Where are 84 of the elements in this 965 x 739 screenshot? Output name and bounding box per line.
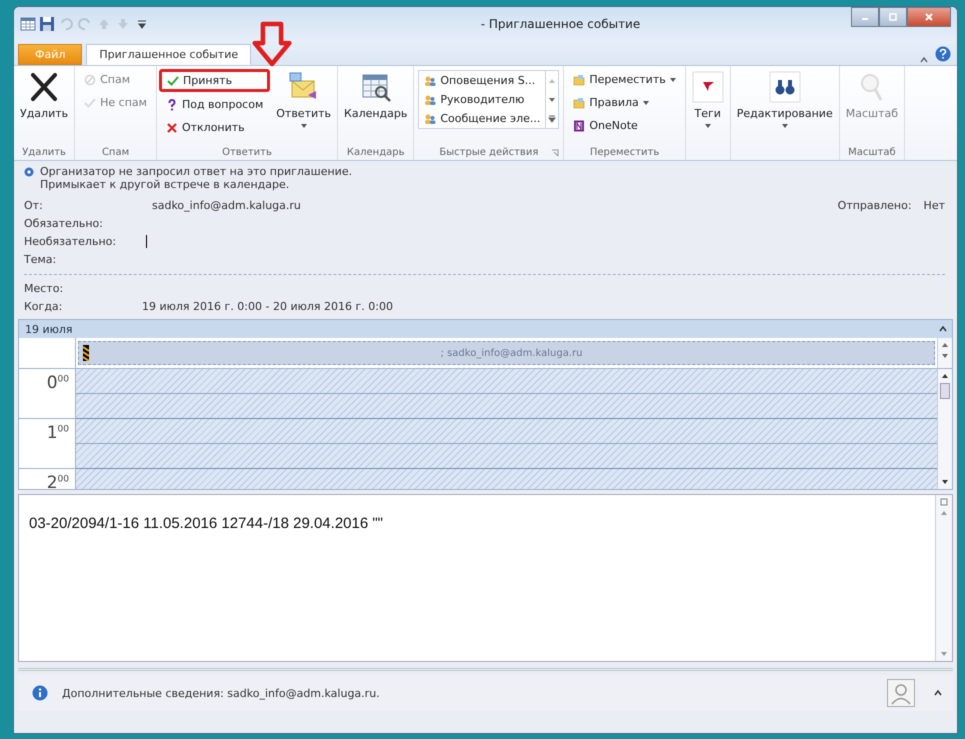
info-text: Примыкает к другой встрече в календаре. — [40, 178, 290, 191]
block-icon — [84, 74, 96, 86]
folder-icon — [573, 96, 586, 108]
scroll-up-icon[interactable] — [941, 341, 949, 349]
date-header: 19 июля — [25, 322, 73, 336]
field-label: Место: — [24, 282, 64, 294]
down-arrow-annotation — [252, 21, 292, 67]
close-icon — [924, 12, 934, 22]
highlighted-ribbon-button[interactable]: Принять — [158, 69, 270, 92]
ribbon-button[interactable]: Редактирование — [732, 69, 837, 141]
people-icon — [424, 74, 436, 86]
hour-label: 2$^{00}$ — [46, 473, 69, 493]
caret-icon — [300, 124, 307, 128]
question-icon — [166, 98, 178, 110]
ribbon-button[interactable]: Правила — [566, 92, 683, 113]
field-label: Когда: — [24, 300, 64, 312]
flag-icon — [692, 71, 724, 103]
expand-icon[interactable] — [933, 688, 943, 698]
scroll-up-icon[interactable] — [941, 372, 949, 380]
ribbon-button[interactable]: Календарь — [340, 69, 412, 141]
window-title: - Приглашенное событие — [480, 17, 642, 31]
caret-icon — [782, 124, 788, 128]
caret-icon — [642, 100, 649, 104]
quick-step-item[interactable]: Сообщение эле... — [419, 109, 546, 128]
field-value: 19 июля 2016 г. 0:00 - 20 июля 2016 г. 0:00 — [142, 300, 393, 312]
ribbon-tab[interactable]: Приглашенное событие — [86, 44, 252, 65]
field-label: Необязательно: — [24, 234, 118, 248]
group-label: Переместить — [590, 147, 660, 158]
help-icon[interactable] — [935, 46, 951, 62]
maximize-button[interactable] — [879, 7, 907, 27]
check-icon — [166, 74, 179, 86]
group-label: Быстрые действия — [439, 147, 538, 158]
caret-icon — [704, 124, 711, 128]
more-icon[interactable] — [548, 114, 556, 122]
binoculars-icon — [768, 71, 801, 103]
quick-step-item[interactable]: Руководителю — [419, 90, 546, 109]
calendar-icon[interactable] — [20, 16, 36, 32]
maximize-icon — [888, 12, 898, 22]
info-icon — [32, 685, 48, 701]
scrollbar-thumb[interactable] — [940, 383, 950, 399]
ribbon-button[interactable]: OneNote — [566, 115, 683, 136]
dialog-launcher-icon[interactable] — [551, 148, 560, 156]
info-icon — [24, 167, 34, 177]
scroll-down-icon[interactable] — [548, 96, 556, 104]
scroll-down-icon[interactable] — [941, 478, 949, 486]
ribbon-button[interactable]: Ответить — [272, 69, 336, 141]
folder-icon — [573, 74, 586, 86]
field-label: Обязательно: — [24, 216, 104, 230]
info-text: Организатор не запросил ответ на это приглашение. — [40, 165, 352, 178]
group-label: Масштаб — [848, 147, 896, 158]
group-label: Удалить — [22, 147, 66, 158]
minimize-ribbon-icon[interactable] — [919, 55, 929, 65]
ribbon-button[interactable]: Под вопросом — [158, 94, 270, 115]
quick-step-item[interactable]: Оповещения S... — [419, 71, 546, 90]
hour-label: 0$^{00}$ — [46, 373, 69, 393]
field-label: От: — [24, 198, 44, 212]
group-label: Календарь — [346, 147, 404, 158]
ribbon-button[interactable]: Теги — [688, 69, 728, 141]
close-button[interactable] — [907, 7, 951, 27]
ribbon-button[interactable]: Удалить — [16, 69, 72, 141]
sent-label: Отправлено: — [838, 198, 912, 212]
collapse-icon[interactable] — [938, 324, 948, 334]
group-label: Спам — [102, 147, 130, 158]
ribbon-button[interactable]: Отклонить — [158, 117, 270, 138]
sent-value: Нет — [924, 198, 945, 212]
notebook-icon — [573, 120, 586, 132]
ribbon-button[interactable]: Переместить — [566, 69, 683, 90]
message-body: 03-20/2094/1-16 11.05.2016 12744-/18 29.04.2016 "" — [29, 515, 384, 532]
people-icon — [424, 94, 436, 106]
group-label: Ответить — [222, 147, 272, 158]
split-icon[interactable] — [940, 498, 948, 506]
save-icon[interactable] — [39, 16, 55, 32]
field-label: Тема: — [24, 252, 58, 266]
close-icon — [166, 122, 178, 134]
check-icon — [84, 96, 96, 108]
caret-icon — [670, 78, 676, 82]
person-icon — [887, 679, 915, 707]
minimize-button[interactable] — [851, 7, 879, 27]
tentative-icon — [83, 345, 89, 361]
hour-label: 1$^{00}$ — [46, 423, 69, 443]
sender-address: sadko_info@adm.kaluga.ru — [151, 198, 301, 212]
scroll-down-icon[interactable] — [941, 352, 949, 360]
people-icon — [424, 112, 436, 124]
status-text: Дополнительные сведения: sadko_info@adm.kaluga.ru. — [62, 686, 380, 700]
